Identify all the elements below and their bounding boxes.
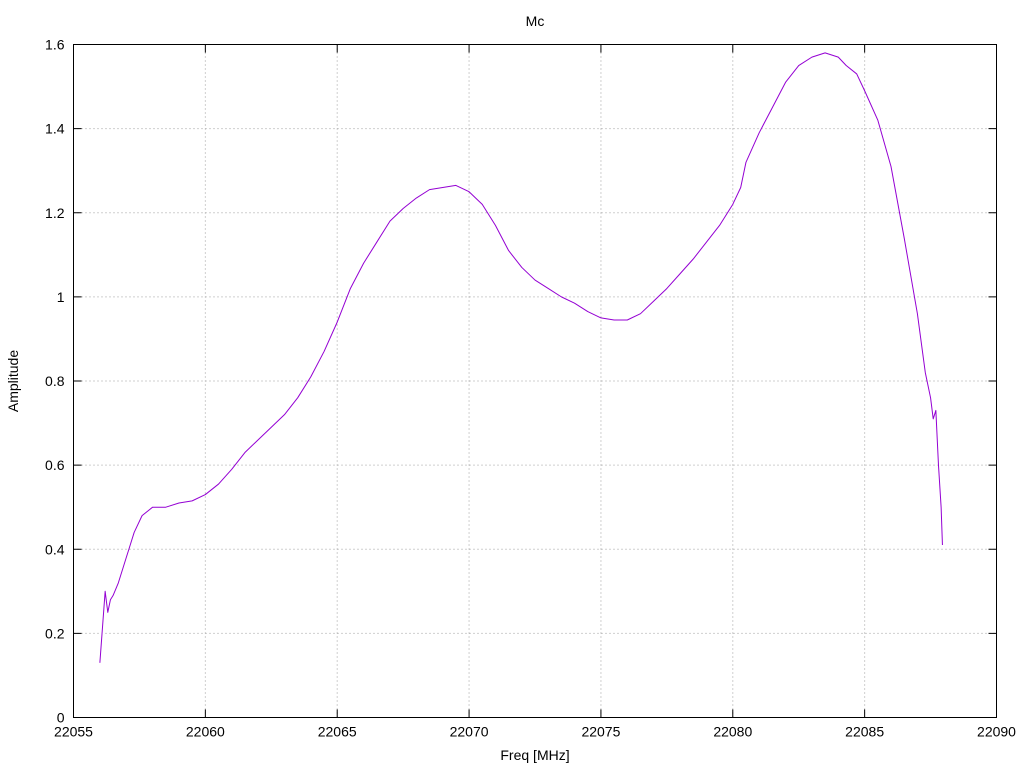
x-tick-labels: 22055 22060 22065 22070 22075 22080 22085 22090 [54, 724, 1016, 740]
y-tick-label: 0.8 [45, 373, 65, 389]
x-tick-label: 22070 [450, 724, 489, 740]
x-tick-label: 22090 [977, 724, 1016, 740]
y-tick-label: 1.6 [45, 37, 65, 53]
y-tick-label: 1.2 [45, 205, 65, 221]
x-tick-label: 22060 [186, 724, 225, 740]
x-tick-label: 22065 [318, 724, 357, 740]
y-tick-label: 1 [57, 289, 65, 305]
chart: 22055 22060 22065 22070 22075 22080 22085 22090… [5, 13, 1016, 763]
y-tick-label: 0 [57, 710, 65, 726]
x-tick-label: 22075 [581, 724, 620, 740]
series-line [99, 52, 943, 663]
chart-title: Mc [526, 13, 545, 29]
y-tick-labels: 0 0.2 0.4 0.6 0.8 1 1.2 1.4 1.6 [45, 37, 65, 726]
series-layer [99, 52, 943, 663]
y-tick-label: 1.4 [45, 121, 65, 137]
grid-layer [73, 44, 997, 718]
x-tick-label: 22055 [54, 724, 93, 740]
y-tick-label: 0.6 [45, 457, 65, 473]
y-tick-label: 0.2 [45, 625, 65, 641]
x-tick-label: 22080 [713, 724, 752, 740]
y-axis-label: Amplitude [5, 350, 21, 412]
x-axis-label: Freq [MHz] [500, 747, 569, 763]
y-tick-label: 0.4 [45, 541, 65, 557]
x-tick-label: 22085 [845, 724, 884, 740]
